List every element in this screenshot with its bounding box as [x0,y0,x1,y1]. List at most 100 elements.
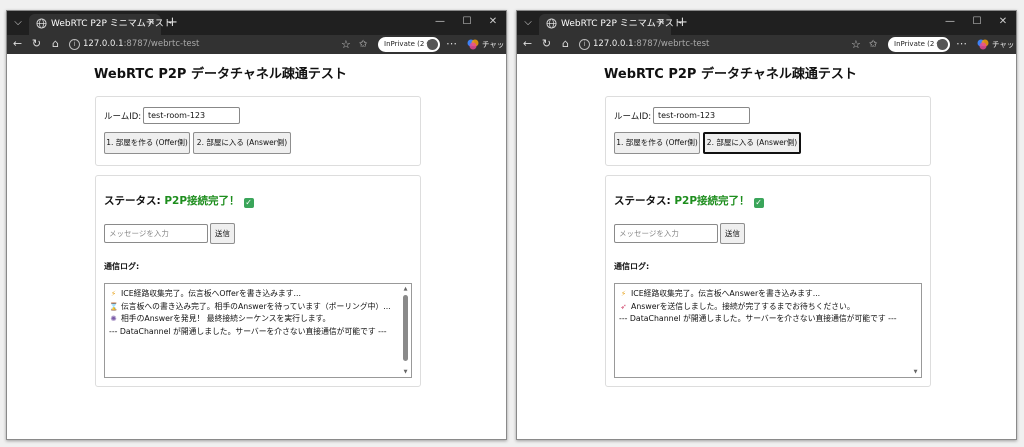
scroll-down-icon[interactable]: ▼ [401,368,410,376]
status-row: ステータス: P2P接続完了！ ✓ [104,195,254,208]
maximize-icon[interactable]: ☐ [459,15,475,29]
home-icon[interactable]: ⌂ [559,37,572,51]
url-text: 127.0.0.1:8787/webrtc-test [593,39,710,49]
send-button[interactable]: 送信 [720,223,745,244]
log-line: ✺ 相手のAnswerを発見！ 最終接続シーケンスを実行します。 [109,313,397,326]
tab-bar: ⌵ WebRTC P2P ミニマムテスト ✕ + — ☐ ✕ [7,11,506,35]
log-lines: ⚡ ICE経路収集完了。伝言板へOfferを書き込みます... ⌛ 伝言板への書き込… [109,288,397,338]
browser-window-answer: ⌵ WebRTC P2P ミニマムテスト ✕ + — ☐ ✕ ← ↻ ⌂ i 1… [516,10,1017,440]
status-value: P2P接続完了！ [164,195,240,207]
room-card: ルームID: test-room-123 1. 部屋を作る (Offer側) 2… [95,96,421,166]
favorite-star-icon[interactable]: ☆ [341,38,351,51]
status-label: ステータス: [614,195,675,207]
room-id-input[interactable]: test-room-123 [143,107,240,124]
log-scrollbar[interactable]: ▼ [911,285,920,376]
new-tab-icon[interactable]: + [677,15,688,30]
page-content: WebRTC P2P データチャネル疎通テスト ルームID: test-room… [517,54,1016,439]
browser-tab[interactable]: WebRTC P2P ミニマムテスト ✕ [539,14,683,35]
close-window-icon[interactable]: ✕ [485,15,501,29]
lightning-icon: ⚡ [110,289,117,298]
log-textarea[interactable]: ⚡ ICE経路収集完了。伝言板へOfferを書き込みます... ⌛ 伝言板への書き込… [104,283,412,378]
message-input[interactable]: メッセージを入力 [104,224,208,243]
log-scrollbar[interactable]: ▲ ▼ [401,285,410,376]
scroll-down-icon[interactable]: ▼ [911,368,920,376]
sparkle-icon: ✺ [110,314,117,323]
close-tab-icon[interactable]: ✕ [657,17,665,29]
status-value: P2P接続完了！ [674,195,750,207]
log-line: --- DataChannel が開通しました。サーバーを介さない直接通信が可能… [619,314,897,323]
more-options-icon[interactable]: ⋯ [956,37,967,50]
create-room-button[interactable]: 1. 部屋を作る (Offer側) [614,132,700,154]
browser-window-offer: ⌵ WebRTC P2P ミニマムテスト ✕ + — ☐ ✕ ← ↻ ⌂ i 1… [6,10,507,440]
lightning-icon: ⚡ [620,289,627,298]
send-button[interactable]: 送信 [210,223,235,244]
check-icon: ✓ [243,198,254,208]
address-bar[interactable]: i 127.0.0.1:8787/webrtc-test [69,38,359,51]
room-id-label: ルームID: [614,112,652,122]
rocket-icon: ➶ [620,301,627,311]
create-room-button[interactable]: 1. 部屋を作る (Offer側) [104,132,190,154]
globe-icon [546,18,557,29]
site-info-icon[interactable]: i [69,39,80,50]
message-input[interactable]: メッセージを入力 [614,224,718,243]
address-toolbar: ← ↻ ⌂ i 127.0.0.1:8787/webrtc-test ☆ ✩ I… [7,35,506,54]
more-options-icon[interactable]: ⋯ [446,37,457,50]
browser-tab[interactable]: WebRTC P2P ミニマムテスト ✕ [29,14,173,35]
maximize-icon[interactable]: ☐ [969,15,985,29]
log-line: ⚡ ICE経路収集完了。伝言板へOfferを書き込みます... [109,288,397,301]
globe-icon [36,18,47,29]
close-tab-icon[interactable]: ✕ [147,17,155,29]
home-icon[interactable]: ⌂ [49,37,62,51]
scroll-up-icon[interactable]: ▲ [401,285,410,293]
status-card: ステータス: P2P接続完了！ ✓ メッセージを入力 送信 通信ログ: ⚡ ICE経… [95,175,421,387]
back-icon[interactable]: ← [521,37,534,51]
log-title: 通信ログ: [614,262,650,271]
address-bar[interactable]: i 127.0.0.1:8787/webrtc-test [579,38,869,51]
tab-bar: ⌵ WebRTC P2P ミニマムテスト ✕ + — ☐ ✕ [517,11,1016,35]
log-line: ⚡ ICE経路収集完了。伝言板へAnswerを書き込みます... [619,288,907,301]
reload-icon[interactable]: ↻ [540,37,553,51]
minimize-icon[interactable]: — [942,15,958,29]
favorites-icon[interactable]: ✩ [869,38,877,51]
profile-avatar-icon [937,39,948,50]
page-content: WebRTC P2P データチャネル疎通テスト ルームID: test-room… [7,54,506,439]
check-icon: ✓ [753,198,764,208]
chat-label[interactable]: チャット [482,38,506,51]
status-card: ステータス: P2P接続完了！ ✓ メッセージを入力 送信 通信ログ: ⚡ ICE経… [605,175,931,387]
tab-actions-menu-icon[interactable]: ⌵ [521,16,535,30]
site-info-icon[interactable]: i [579,39,590,50]
profile-avatar-icon [427,39,438,50]
back-icon[interactable]: ← [11,37,24,51]
inprivate-badge[interactable]: InPrivate (2 個) [888,37,950,52]
log-line: ➶ Answerを送信しました。接続が完了するまでお待ちください。 [619,301,907,314]
favorite-star-icon[interactable]: ☆ [851,38,861,51]
room-card: ルームID: test-room-123 1. 部屋を作る (Offer側) 2… [605,96,931,166]
log-lines: ⚡ ICE経路収集完了。伝言板へAnswerを書き込みます... ➶ Answerを… [619,288,907,326]
room-id-label: ルームID: [104,112,142,122]
status-label: ステータス: [104,195,165,207]
join-room-button[interactable]: 2. 部屋に入る (Answer側) [193,132,291,154]
room-id-input[interactable]: test-room-123 [653,107,750,124]
close-window-icon[interactable]: ✕ [995,15,1011,29]
copilot-icon[interactable] [467,38,479,50]
status-row: ステータス: P2P接続完了！ ✓ [614,195,764,208]
page-title: WebRTC P2P データチャネル疎通テスト [604,67,857,82]
log-line: --- DataChannel が開通しました。サーバーを介さない直接通信が可能… [109,326,387,336]
log-textarea[interactable]: ⚡ ICE経路収集完了。伝言板へAnswerを書き込みます... ➶ Answerを… [614,283,922,378]
tab-actions-menu-icon[interactable]: ⌵ [11,16,25,30]
inprivate-badge[interactable]: InPrivate (2 個) [378,37,440,52]
minimize-icon[interactable]: — [432,15,448,29]
join-room-button[interactable]: 2. 部屋に入る (Answer側) [703,132,801,154]
new-tab-icon[interactable]: + [167,15,178,30]
address-toolbar: ← ↻ ⌂ i 127.0.0.1:8787/webrtc-test ☆ ✩ I… [517,35,1016,54]
favorites-icon[interactable]: ✩ [359,38,367,51]
scroll-thumb[interactable] [403,295,408,361]
copilot-icon[interactable] [977,38,989,50]
page-title: WebRTC P2P データチャネル疎通テスト [94,67,347,82]
url-text: 127.0.0.1:8787/webrtc-test [83,39,200,49]
chat-label[interactable]: チャット [992,38,1016,51]
log-line: ⌛ 伝言板への書き込み完了。相手のAnswerを待っています（ポーリング中）... [109,301,397,314]
log-title: 通信ログ: [104,262,140,271]
reload-icon[interactable]: ↻ [30,37,43,51]
hourglass-icon: ⌛ [109,301,119,311]
